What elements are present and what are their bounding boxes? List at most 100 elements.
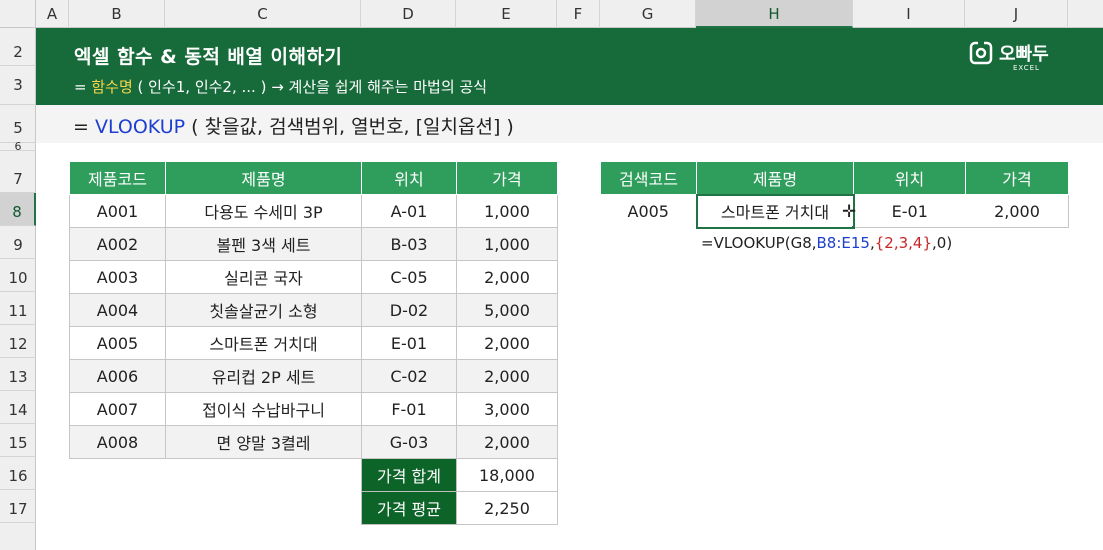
price-total-label[interactable]: 가격 합계 (361, 458, 457, 492)
formula-text: =VLOOKUP(G8,B8:E15,{2,3,4},0) (701, 234, 952, 252)
banner-sub-highlight: 함수명 (91, 78, 133, 96)
syntax-prefix: = (73, 116, 95, 138)
row-header-7[interactable]: 7 (0, 151, 36, 193)
header-search-code[interactable]: 검색코드 (600, 161, 697, 195)
cell-search-code[interactable]: A005 (601, 195, 697, 228)
cell-name[interactable]: 접이식 수납바구니 (165, 392, 362, 426)
empty-cell[interactable] (166, 459, 362, 492)
formula-range-ref: B8:E15 (816, 234, 870, 252)
row-header-12[interactable]: 12 (0, 325, 36, 358)
header-product-code[interactable]: 제품코드 (69, 161, 166, 195)
cell-code[interactable]: A005 (69, 326, 166, 360)
cell-location[interactable]: E-01 (361, 326, 457, 360)
logo-mark-icon (969, 40, 993, 65)
cell-location[interactable]: D-02 (361, 293, 457, 327)
cell-cursor-icon: ✛ (842, 202, 857, 222)
row-header-9[interactable]: 9 (0, 226, 36, 259)
column-header-f[interactable]: F (557, 0, 600, 28)
header-location[interactable]: 위치 (361, 161, 457, 195)
cell-code[interactable]: A002 (69, 227, 166, 261)
table-row: A001 다용도 수세미 3P A-01 1,000 (69, 194, 558, 228)
banner-subtitle: = 함수명 ( 인수1, 인수2, ... ) → 계산을 쉽게 해주는 마법의… (74, 76, 487, 97)
cell-location[interactable]: G-03 (361, 425, 457, 459)
cell-location[interactable]: E-01 (853, 194, 966, 228)
cell-code[interactable]: A001 (69, 194, 166, 228)
row-header-10[interactable]: 10 (0, 259, 36, 292)
cell-product-name: 스마트폰 거치대 (720, 203, 830, 222)
fill-handle[interactable] (850, 224, 852, 226)
column-header-g[interactable]: G (600, 0, 696, 28)
cell-name[interactable]: 칫솔살균기 소형 (165, 293, 362, 327)
column-header-i[interactable]: I (853, 0, 965, 28)
cell-location[interactable]: F-01 (361, 392, 457, 426)
banner-sub-rest: ( 인수1, 인수2, ... ) → 계산을 쉽게 해주는 마법의 공식 (132, 78, 488, 96)
row-header-16[interactable]: 16 (0, 457, 36, 490)
header-product-name[interactable]: 제품명 (696, 161, 854, 195)
empty-cell[interactable] (70, 459, 166, 492)
empty-cell[interactable] (70, 492, 166, 525)
cell-price[interactable]: 2,000 (456, 425, 558, 459)
price-total-value[interactable]: 18,000 (456, 458, 558, 492)
header-location[interactable]: 위치 (853, 161, 966, 195)
row-header-13[interactable]: 13 (0, 358, 36, 391)
column-header-j[interactable]: J (965, 0, 1068, 28)
row-header-3[interactable]: 3 (0, 66, 36, 105)
banner-sub-prefix: = (74, 78, 92, 96)
row-header-2[interactable]: 2 (0, 38, 36, 66)
header-price[interactable]: 가격 (965, 161, 1069, 195)
empty-cell[interactable] (166, 492, 362, 525)
table-row: A004 칫솔살균기 소형 D-02 5,000 (69, 293, 558, 327)
cell-price[interactable]: 1,000 (456, 227, 558, 261)
cell-price[interactable]: 2,000 (456, 359, 558, 393)
row-header-15[interactable]: 15 (0, 424, 36, 457)
cell-location[interactable]: A-01 (361, 194, 457, 228)
row-header-bar: 2 3 5 6 7 8 9 10 11 12 13 14 15 16 17 (0, 28, 36, 550)
logo-name: 오빠두 (999, 44, 1049, 65)
header-product-name[interactable]: 제품명 (165, 161, 362, 195)
row-header-6[interactable]: 6 (0, 141, 36, 152)
cell-price[interactable]: 1,000 (456, 194, 558, 228)
average-row: 가격 평균 2,250 (70, 491, 558, 525)
formula-part-5: ,0) (932, 234, 953, 252)
cell-location[interactable]: C-05 (361, 260, 457, 294)
cell-code[interactable]: A004 (69, 293, 166, 327)
cell-name[interactable]: 유리컵 2P 세트 (165, 359, 362, 393)
cell-price[interactable]: 2,000 (456, 260, 558, 294)
syntax-text: = VLOOKUP ( 찾을값, 검색범위, 열번호, [일치옵션] ) (73, 112, 514, 139)
cell-price[interactable]: 2,000 (456, 326, 558, 360)
row-header-8[interactable]: 8 (0, 193, 36, 226)
cell-code[interactable]: A007 (69, 392, 166, 426)
cell-price[interactable]: 3,000 (456, 392, 558, 426)
column-header-bar: A B C D E F G H I J (0, 0, 1103, 28)
cell-price[interactable]: 2,000 (965, 194, 1069, 228)
cell-location[interactable]: C-02 (361, 359, 457, 393)
price-average-value[interactable]: 2,250 (456, 491, 558, 525)
column-header-b[interactable]: B (69, 0, 165, 28)
row-header-17[interactable]: 17 (0, 490, 36, 523)
table-row: A006 유리컵 2P 세트 C-02 2,000 (69, 359, 558, 393)
price-average-label[interactable]: 가격 평균 (361, 491, 457, 525)
active-cell-h8[interactable]: 스마트폰 거치대 (695, 193, 855, 229)
cell-name[interactable]: 다용도 수세미 3P (165, 194, 362, 228)
row-header-14[interactable]: 14 (0, 391, 36, 424)
cell-name[interactable]: 실리콘 국자 (165, 260, 362, 294)
cell-code[interactable]: A003 (69, 260, 166, 294)
row-header-11[interactable]: 11 (0, 292, 36, 325)
column-header-e[interactable]: E (456, 0, 557, 28)
brand-logo: 오빠두 EXCEL (967, 38, 1067, 76)
cell-price[interactable]: 5,000 (456, 293, 558, 327)
row-header-5[interactable]: 5 (0, 105, 36, 143)
cell-name[interactable]: 면 양말 3켤레 (165, 425, 362, 459)
select-all-corner[interactable] (0, 0, 36, 28)
column-header-a[interactable]: A (36, 0, 69, 28)
header-price[interactable]: 가격 (456, 161, 558, 195)
column-header-c[interactable]: C (165, 0, 361, 28)
cell-name[interactable]: 스마트폰 거치대 (165, 326, 362, 360)
cell-code[interactable]: A006 (69, 359, 166, 393)
column-header-d[interactable]: D (361, 0, 456, 28)
cell-name[interactable]: 볼펜 3색 세트 (165, 227, 362, 261)
lookup-table: 검색코드 제품명 위치 가격 A005 스마트폰 거치대 E-01 2,000 (600, 161, 1069, 229)
cell-code[interactable]: A008 (69, 425, 166, 459)
column-header-h[interactable]: H (696, 0, 853, 28)
cell-location[interactable]: B-03 (361, 227, 457, 261)
